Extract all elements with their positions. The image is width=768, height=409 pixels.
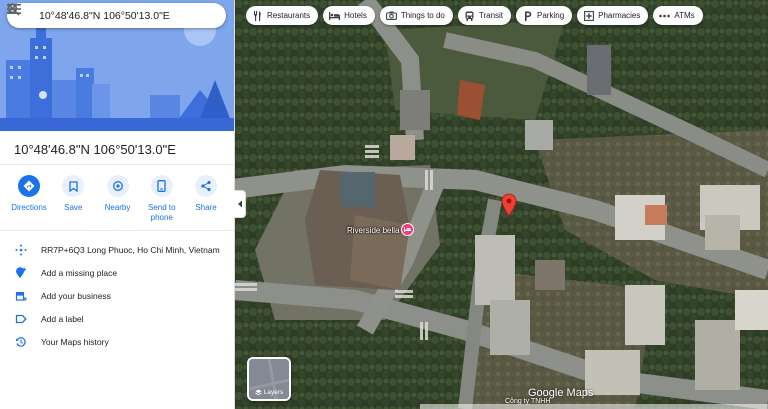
info-list: RR7P+6Q3 Long Phuoc, Ho Chi Minh, Vietna… [0,238,234,353]
category-chips: Restaurants Hotels Things to do Transit … [246,6,703,25]
restaurant-icon [252,10,263,21]
chip-label: ATMs [674,11,695,20]
directions-button[interactable]: Directions [8,175,50,223]
directions-icon [18,175,40,197]
directions-label: Directions [11,203,47,212]
chip-label: Pharmacies [598,11,641,20]
nearby-label: Nearby [104,203,131,212]
share-icon [195,175,217,197]
attribution-bar [420,404,768,409]
add-label-text: Add a label [41,313,84,324]
chip-label: Transit [478,11,504,20]
divider [0,230,234,231]
nearby-button[interactable]: Nearby [97,175,139,223]
search-icon[interactable] [7,3,196,25]
layers-icon [255,389,262,396]
chip-restaurants[interactable]: Restaurants [246,6,319,25]
transit-icon [464,10,475,21]
business-icon [14,289,28,303]
chip-label: Parking [537,11,565,20]
close-icon[interactable] [7,3,220,25]
save-button[interactable]: Save [52,175,94,223]
poi-label[interactable]: Riverside bella [347,226,399,235]
add-business-row[interactable]: Add your business [0,284,234,307]
divider [0,164,234,165]
maps-history-text: Your Maps history [41,336,109,347]
plus-code-text: RR7P+6Q3 Long Phuoc, Ho Chi Minh, Vietna… [41,244,220,255]
phone-icon [150,175,173,197]
send-to-phone-button[interactable]: Send to phone [141,175,183,223]
parking-icon [522,10,533,21]
plus-code-icon [14,243,28,257]
send-to-phone-label: Send to phone [147,203,176,222]
chip-parking[interactable]: Parking [516,6,573,25]
location-pin-icon[interactable] [501,193,517,217]
layers-label: Layers [263,389,284,396]
place-panel: 10°48'46.8"N 106°50'13.0"E 10°48'46.8"N … [0,0,235,409]
chip-transit[interactable]: Transit [457,6,512,25]
add-business-text: Add your business [41,290,111,301]
chip-label: Restaurants [267,11,311,20]
hotel-icon [329,10,341,21]
history-icon [14,335,28,349]
layers-label-row: Layers [249,389,289,396]
share-button[interactable]: Share [185,175,227,223]
place-hero-image: 10°48'46.8"N 106°50'13.0"E [0,0,234,131]
add-place-icon [14,266,28,280]
atm-icon [659,10,671,21]
chip-hotels[interactable]: Hotels [323,6,375,25]
place-title: 10°48'46.8"N 106°50'13.0"E [14,142,176,157]
maps-app: 10°48'46.8"N 106°50'13.0"E 10°48'46.8"N … [0,0,768,409]
add-label-row[interactable]: Add a label [0,307,234,330]
camera-icon [385,10,397,21]
chip-atms[interactable]: ATMs [653,6,703,25]
label-icon [14,312,28,326]
action-bar: Directions Save Nearby Send to phone Sha… [8,175,227,223]
hotel-poi-icon[interactable] [401,223,414,236]
bookmark-icon [62,175,85,197]
search-box[interactable]: 10°48'46.8"N 106°50'13.0"E [7,3,226,28]
share-label: Share [195,203,217,212]
chip-label: Hotels [344,11,367,20]
nearby-icon [106,175,129,197]
add-missing-place-text: Add a missing place [41,267,118,278]
pharmacy-icon [583,10,594,21]
layers-button[interactable]: Layers [247,357,291,401]
plus-code-row[interactable]: RR7P+6Q3 Long Phuoc, Ho Chi Minh, Vietna… [0,238,234,261]
chip-things-to-do[interactable]: Things to do [379,6,453,25]
maps-history-row[interactable]: Your Maps history [0,330,234,353]
save-label: Save [64,203,83,212]
chevron-left-icon [237,200,242,208]
add-missing-place-row[interactable]: Add a missing place [0,261,234,284]
collapse-panel-button[interactable] [234,190,246,218]
chip-label: Things to do [400,11,445,20]
chip-pharmacies[interactable]: Pharmacies [577,6,649,25]
search-input[interactable]: 10°48'46.8"N 106°50'13.0"E [39,10,172,22]
